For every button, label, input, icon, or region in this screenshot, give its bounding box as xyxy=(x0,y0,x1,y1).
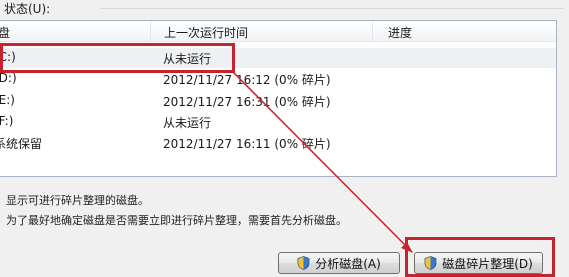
disk-name: (C:) xyxy=(0,50,16,64)
disk-row[interactable]: (E:) 2012/11/27 16:31 (0% 碎片) xyxy=(0,91,556,111)
disk-name: (F:) xyxy=(0,114,14,128)
status-divider xyxy=(100,8,563,9)
disk-list[interactable]: 盘 上一次运行时间 进度 (C:) 从未运行 (D:) 2012/11/27 1… xyxy=(0,20,557,177)
disk-last-run: 2012/11/27 16:11 (0% 碎片) xyxy=(163,137,331,151)
column-header-last-run[interactable]: 上一次运行时间 xyxy=(164,24,248,41)
uac-shield-icon xyxy=(297,256,310,270)
analyze-disk-label: 分析磁盘(A) xyxy=(315,256,381,271)
disk-last-run: 2012/11/27 16:12 (0% 碎片) xyxy=(163,73,331,87)
disk-last-run: 从未运行 xyxy=(163,52,212,66)
status-label: 状态(U): xyxy=(4,2,51,16)
column-divider[interactable] xyxy=(372,21,373,41)
hint-text: 显示可进行碎片整理的磁盘。 xyxy=(6,194,149,207)
hint-text: 为了最好地确定磁盘是否需要立即进行碎片整理，需要首先分析磁盘。 xyxy=(6,214,347,227)
defragment-disk-label: 磁盘碎片整理(D) xyxy=(442,256,533,271)
disk-name: 系统保留 xyxy=(0,137,43,151)
disk-name: (D:) xyxy=(0,71,17,85)
disk-name: (E:) xyxy=(0,93,15,107)
disk-row[interactable]: (D:) 2012/11/27 16:12 (0% 碎片) xyxy=(0,69,556,89)
column-divider[interactable] xyxy=(150,21,151,41)
disk-row[interactable]: 系统保留 2012/11/27 16:11 (0% 碎片) xyxy=(0,133,556,153)
disk-row[interactable]: (C:) 从未运行 xyxy=(0,48,556,68)
column-header-progress[interactable]: 进度 xyxy=(388,24,412,41)
column-header-disk[interactable]: 盘 xyxy=(0,24,10,41)
list-header: 盘 上一次运行时间 进度 xyxy=(0,21,556,42)
disk-last-run: 从未运行 xyxy=(163,116,212,130)
analyze-disk-button[interactable]: 分析磁盘(A) xyxy=(278,252,400,274)
uac-shield-icon xyxy=(424,256,437,270)
defragment-disk-button[interactable]: 磁盘碎片整理(D) xyxy=(414,252,543,274)
disk-row[interactable]: (F:) 从未运行 xyxy=(0,112,556,132)
disk-last-run: 2012/11/27 16:31 (0% 碎片) xyxy=(163,95,331,109)
